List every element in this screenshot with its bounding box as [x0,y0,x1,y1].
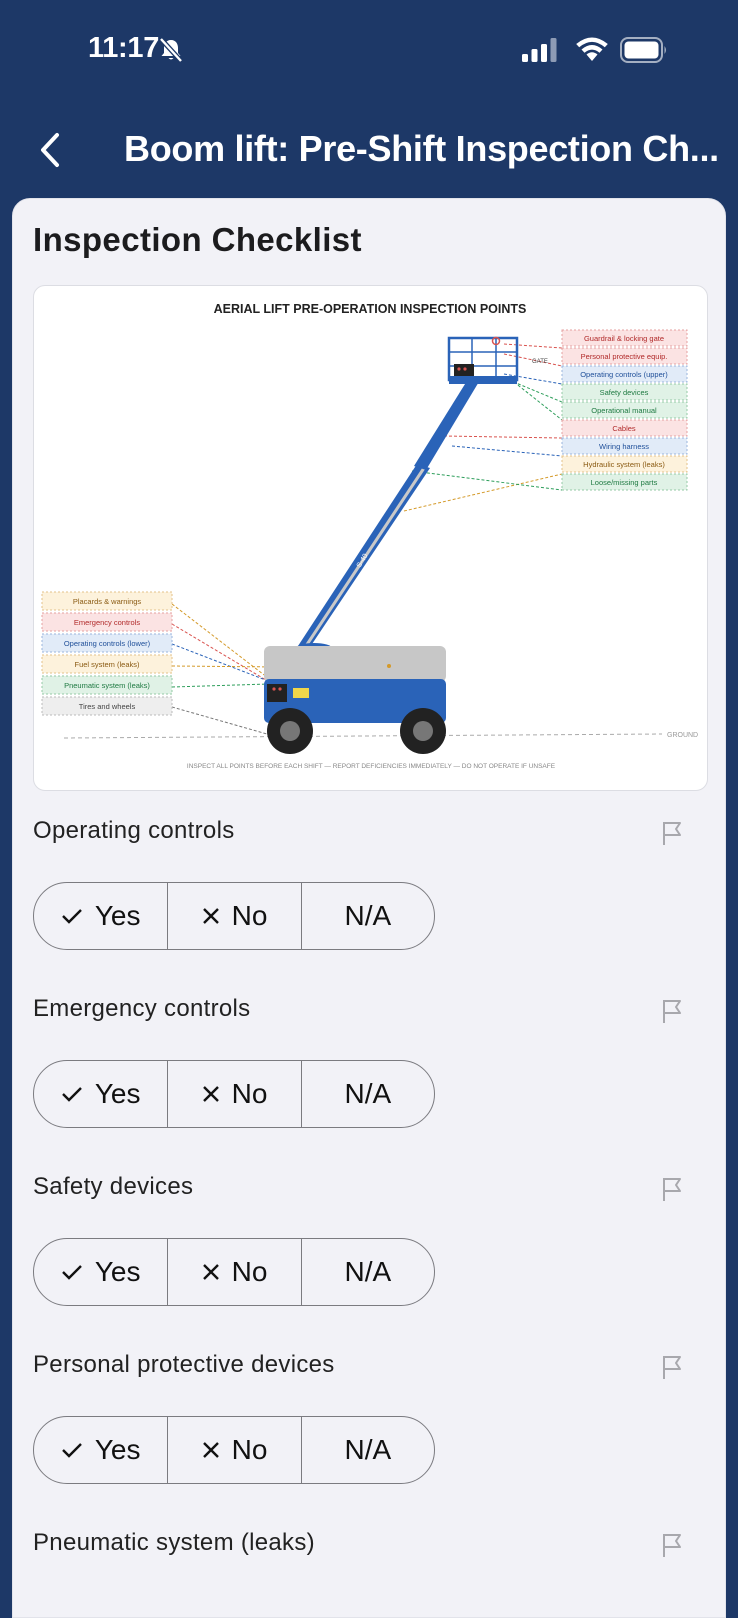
na-option[interactable]: N/A [300,883,434,949]
status-time: 11:17 [88,32,160,64]
diagram-right-label: Operational manual [591,406,657,415]
yes-label: Yes [94,1434,141,1465]
diagram-left-label: Fuel system (leaks) [74,660,140,669]
yes-label: Yes [94,900,141,931]
answer-segmented-control: Yes No N/A [33,1416,435,1484]
flag-icon[interactable] [661,1353,685,1381]
answer-segmented-control: Yes No N/A [33,882,435,950]
na-option[interactable]: N/A [300,1061,434,1127]
checkmark-icon [61,1265,82,1280]
diagram-right-label: Loose/missing parts [591,478,658,487]
no-label: No [231,1078,268,1109]
diagram-right-label: Wiring harness [599,442,649,451]
question-label: Personal protective devices [33,1351,335,1378]
chevron-left-icon [41,133,59,167]
yes-option[interactable]: Yes [34,1061,167,1127]
diagram-footer: INSPECT ALL POINTS BEFORE EACH SHIFT — R… [187,763,556,770]
bell-muted-icon [159,37,183,63]
aerial-lift-illustration: AERIAL LIFT PRE-OPERATION INSPECTION POI… [41,302,698,770]
x-icon [202,1264,219,1280]
checkmark-icon [61,1087,82,1102]
cellular-signal-icon [522,38,557,62]
answer-segmented-control: Yes No N/A [33,1238,435,1306]
checkmark-icon [61,909,82,924]
inspection-diagram[interactable]: AERIAL LIFT PRE-OPERATION INSPECTION POI… [33,285,708,791]
back-button[interactable] [30,128,70,172]
diagram-left-label: Pneumatic system (leaks) [64,681,150,690]
yes-option[interactable]: Yes [34,1417,167,1483]
question-label: Emergency controls [33,995,251,1022]
diagram-left-label: Operating controls (lower) [64,639,151,648]
no-label: No [231,1434,268,1465]
status-bar: 11:17 [0,0,738,100]
x-icon [202,1086,219,1102]
flag-icon[interactable] [661,1531,685,1559]
section-title: Inspection Checklist [33,221,362,258]
diagram-right-label: Operating controls (upper) [580,370,668,379]
answer-segmented-control: Yes No N/A [33,1060,435,1128]
diagram-title: AERIAL LIFT PRE-OPERATION INSPECTION POI… [214,302,527,316]
inspection-checklist-card: Inspection Checklist AERIAL LIFT PRE-OPE… [12,198,726,1618]
diagram-right-label: Safety devices [600,388,649,397]
na-option[interactable]: N/A [300,1239,434,1305]
na-label: N/A [344,1256,392,1287]
diagram-right-label: Hydraulic system (leaks) [583,460,665,469]
question-label: Operating controls [33,817,235,844]
diagram-left-label: Placards & warnings [73,597,142,606]
ground-label: GROUND [667,732,698,739]
na-label: N/A [344,1434,392,1465]
page-title: Boom lift: Pre-Shift Inspection Ch... [124,128,719,169]
diagram-right-label: Personal protective equip. [581,352,668,361]
no-option[interactable]: No [167,1239,300,1305]
no-label: No [231,1256,268,1287]
yes-label: Yes [94,1078,141,1109]
na-label: N/A [344,1078,392,1109]
no-option[interactable]: No [167,883,300,949]
flag-icon[interactable] [661,1175,685,1203]
diagram-right-label: Guardrail & locking gate [584,334,664,343]
yes-option[interactable]: Yes [34,883,167,949]
no-option[interactable]: No [167,1417,300,1483]
yes-option[interactable]: Yes [34,1239,167,1305]
flag-icon[interactable] [661,997,685,1025]
question-label: Safety devices [33,1173,194,1200]
diagram-right-label: Cables [612,424,636,433]
no-option[interactable]: No [167,1061,300,1127]
diagram-left-label: Tires and wheels [79,702,136,711]
yes-label: Yes [94,1256,141,1287]
no-label: No [231,900,268,931]
x-icon [202,1442,219,1458]
checkmark-icon [61,1443,82,1458]
flag-icon[interactable] [661,819,685,847]
diagram-left-label: Emergency controls [74,618,141,627]
na-option[interactable]: N/A [300,1417,434,1483]
navigation-bar: Boom lift: Pre-Shift Inspection Ch... [0,100,738,198]
x-icon [202,908,219,924]
wifi-icon [576,37,608,61]
question-label: Pneumatic system (leaks) [33,1529,315,1556]
battery-icon [620,37,666,63]
na-label: N/A [344,900,392,931]
gate-label: GATE [532,359,548,365]
